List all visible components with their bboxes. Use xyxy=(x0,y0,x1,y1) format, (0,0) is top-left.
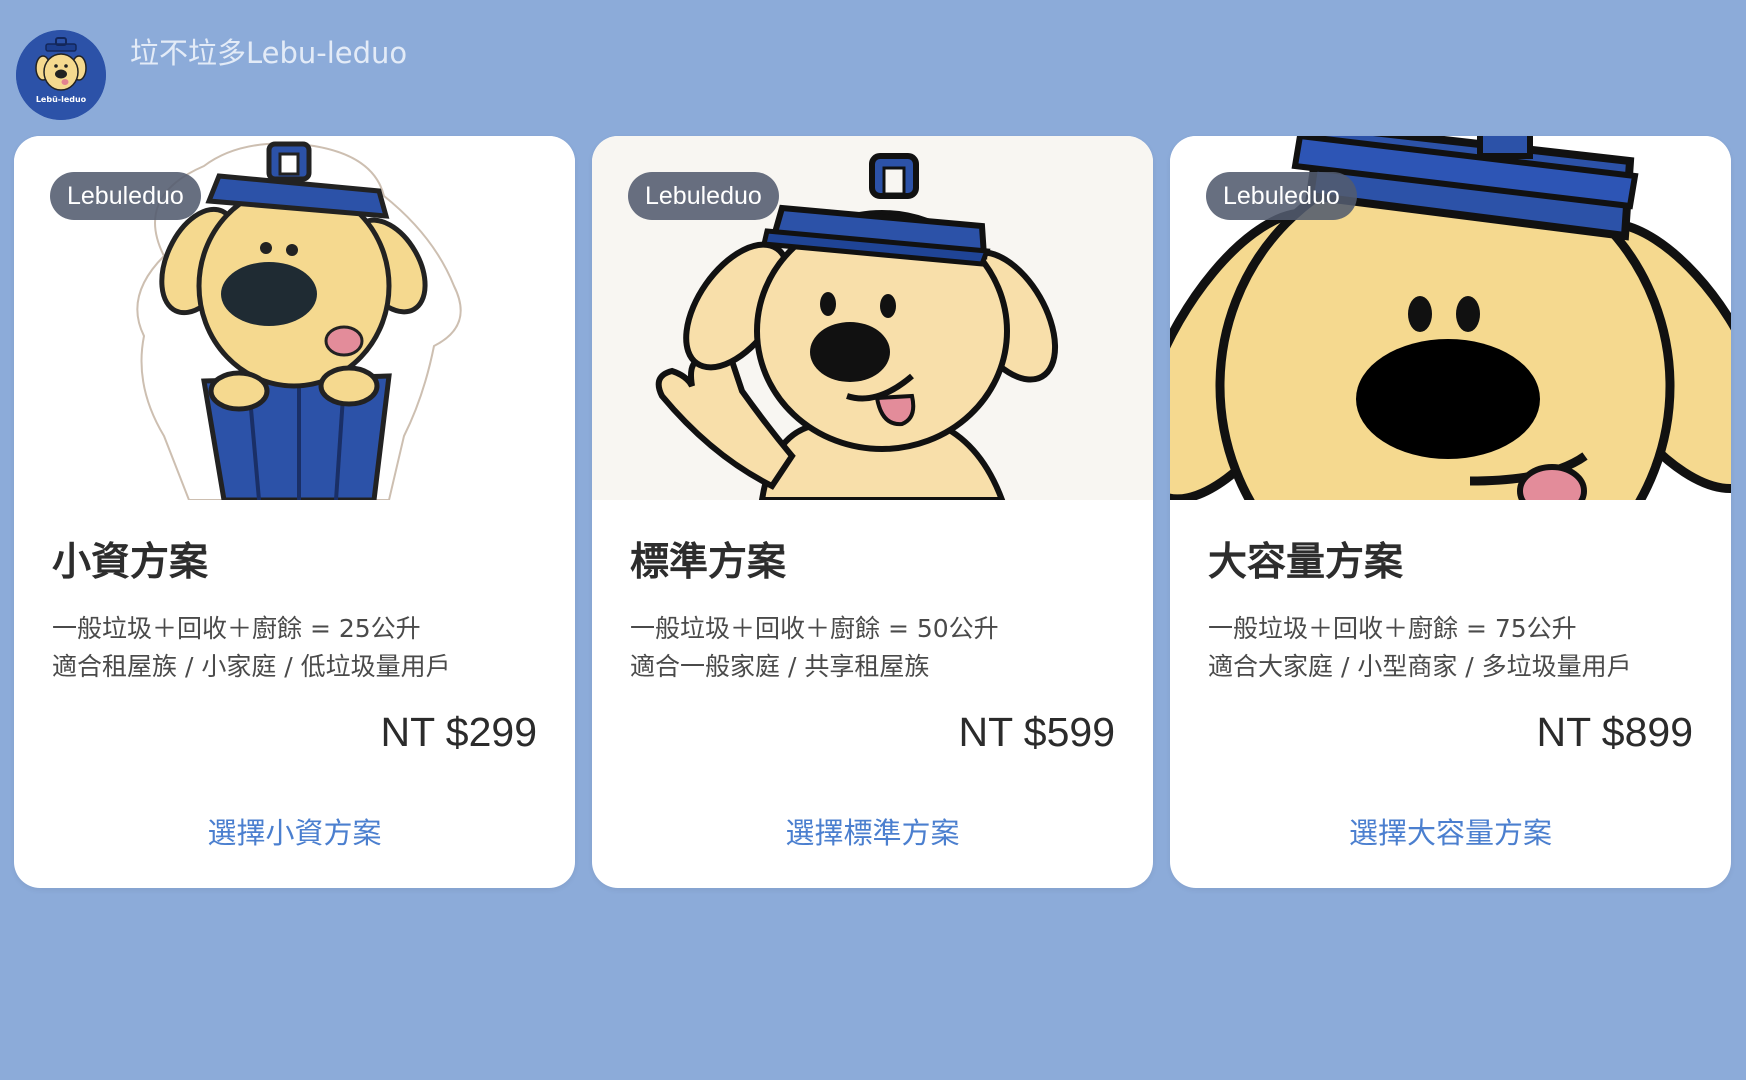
plan-price: NT $599 xyxy=(958,709,1115,755)
plan-card-small: Lebuleduo 小資方案 一般垃圾＋回收＋廚餘 = 25公升 適合租屋族 /… xyxy=(14,136,575,888)
plan-image: Lebuleduo xyxy=(1170,136,1731,500)
brand-badge: Lebuleduo xyxy=(1206,172,1357,220)
brand-badge: Lebuleduo xyxy=(628,172,779,220)
select-plan-button[interactable]: 選擇標準方案 xyxy=(592,810,1153,852)
mascot-logo-icon: Lebü-leduo xyxy=(16,30,106,120)
brand-title: 垃不垃多Lebu-leduo xyxy=(130,36,408,70)
plan-price: NT $899 xyxy=(1536,709,1693,755)
plan-title: 大容量方案 xyxy=(1208,540,1404,585)
plan-audience: 適合一般家庭 / 共享租屋族 xyxy=(630,652,930,681)
brand-logo[interactable]: Lebü-leduo xyxy=(16,30,106,120)
plan-capacity: 一般垃圾＋回收＋廚餘 = 75公升 xyxy=(1208,614,1577,643)
plan-card-large: Lebuleduo 大容量方案 一般垃圾＋回收＋廚餘 = 75公升 適合大家庭 … xyxy=(1170,136,1731,888)
select-plan-button[interactable]: 選擇小資方案 xyxy=(14,810,575,852)
plan-title: 小資方案 xyxy=(52,540,209,585)
select-plan-button[interactable]: 選擇大容量方案 xyxy=(1170,810,1731,852)
plan-title: 標準方案 xyxy=(630,540,787,585)
plan-image: Lebuleduo xyxy=(14,136,575,500)
plan-capacity: 一般垃圾＋回收＋廚餘 = 25公升 xyxy=(52,614,421,643)
plan-audience: 適合大家庭 / 小型商家 / 多垃圾量用戶 xyxy=(1208,652,1632,681)
plan-price: NT $299 xyxy=(380,709,537,755)
brand-badge: Lebuleduo xyxy=(50,172,201,220)
svg-text:Lebü-leduo: Lebü-leduo xyxy=(36,95,87,104)
plan-description: 一般垃圾＋回收＋廚餘 = 25公升 適合租屋族 / 小家庭 / 低垃圾量用戶 xyxy=(52,610,537,686)
plan-cards: Lebuleduo 小資方案 一般垃圾＋回收＋廚餘 = 25公升 適合租屋族 /… xyxy=(14,136,1731,888)
plan-image: Lebuleduo xyxy=(592,136,1153,500)
header: Lebü-leduo 垃不垃多Lebu-leduo xyxy=(16,30,407,120)
plan-audience: 適合租屋族 / 小家庭 / 低垃圾量用戶 xyxy=(52,652,451,681)
plan-description: 一般垃圾＋回收＋廚餘 = 75公升 適合大家庭 / 小型商家 / 多垃圾量用戶 xyxy=(1208,610,1693,686)
plan-card-standard: Lebuleduo 標準方案 一般垃圾＋回收＋廚餘 = 50公升 適合一般家庭 … xyxy=(592,136,1153,888)
plan-capacity: 一般垃圾＋回收＋廚餘 = 50公升 xyxy=(630,614,999,643)
plan-description: 一般垃圾＋回收＋廚餘 = 50公升 適合一般家庭 / 共享租屋族 xyxy=(630,610,1115,686)
